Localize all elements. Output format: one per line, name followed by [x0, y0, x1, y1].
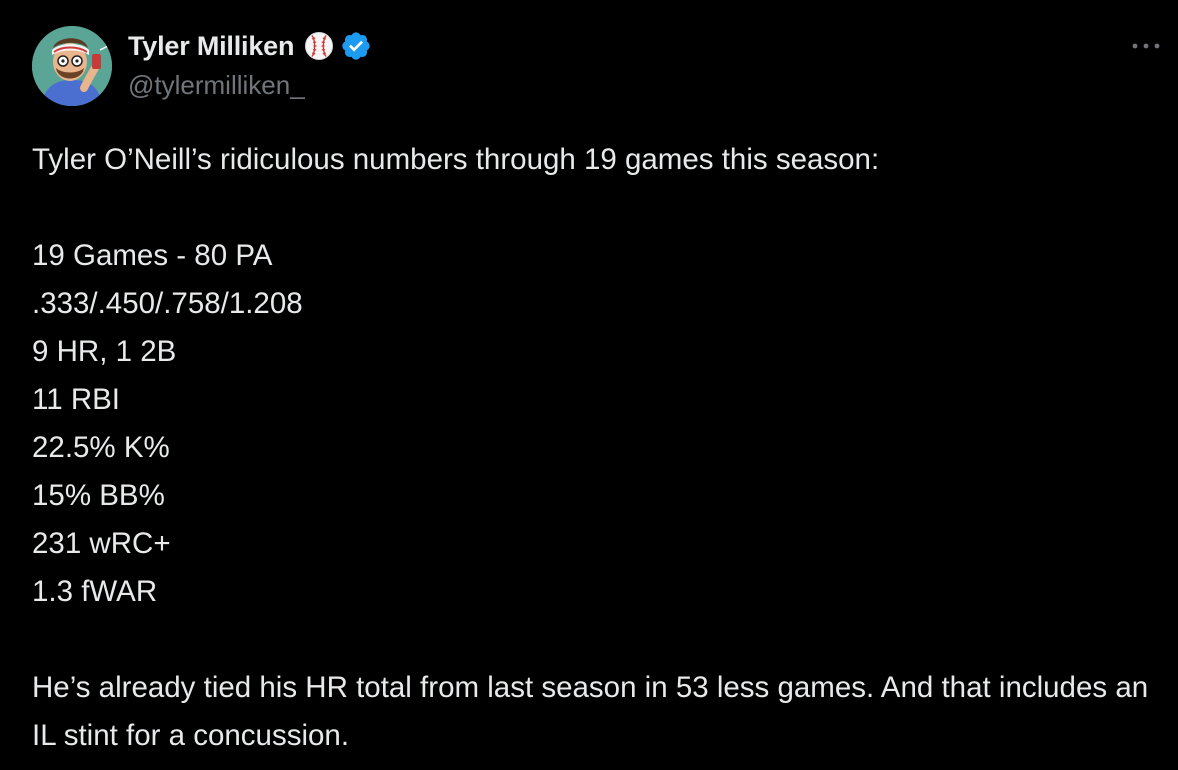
- author-handle[interactable]: @tylermilliken_: [128, 70, 372, 101]
- tweet-closing: He’s already tied his HR total from last…: [32, 671, 1149, 752]
- stat-line-slash: .333/.450/.758/1.208: [32, 287, 303, 320]
- stat-line-wrc: 231 wRC+: [32, 527, 171, 560]
- stat-line-bb-rate: 15% BB%: [32, 479, 165, 512]
- avatar-illustration: [32, 26, 112, 106]
- stat-line-k-rate: 22.5% K%: [32, 431, 170, 464]
- verified-badge-icon[interactable]: [340, 30, 372, 62]
- tweet: Tyler Milliken @tylermilliken_ Tyler O’N…: [0, 0, 1178, 770]
- tweet-text: Tyler O’Neill’s ridiculous numbers throu…: [32, 136, 1168, 760]
- more-horizontal-icon[interactable]: [1128, 34, 1164, 58]
- stat-line-rbi: 11 RBI: [32, 383, 120, 416]
- tweet-intro: Tyler O’Neill’s ridiculous numbers throu…: [32, 143, 880, 176]
- avatar[interactable]: [32, 26, 112, 106]
- author-name-row: Tyler Milliken: [128, 28, 372, 64]
- author-info: Tyler Milliken @tylermilliken_: [128, 28, 372, 101]
- stat-line-hr: 9 HR, 1 2B: [32, 335, 177, 368]
- stat-line-fwar: 1.3 fWAR: [32, 575, 158, 608]
- stat-line-games: 19 Games - 80 PA: [32, 239, 273, 272]
- author-display-name[interactable]: Tyler Milliken: [128, 31, 294, 62]
- tweet-header: Tyler Milliken @tylermilliken_: [32, 26, 1164, 108]
- baseball-icon: [304, 31, 334, 61]
